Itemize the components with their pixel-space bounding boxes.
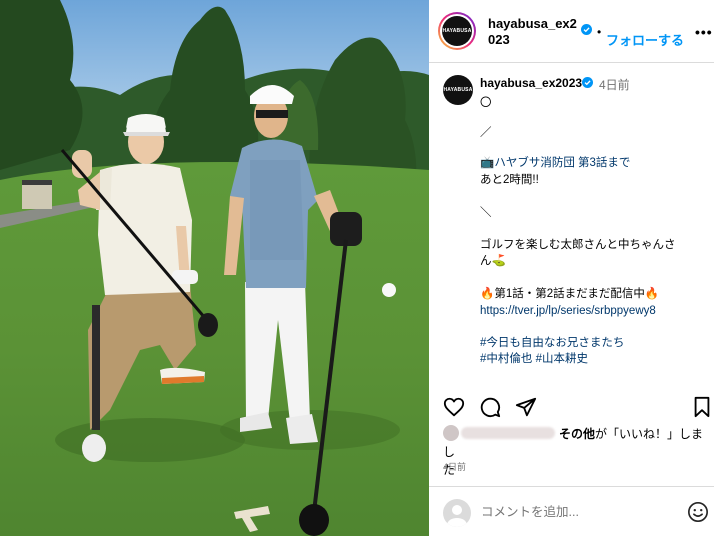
avatar[interactable]: HAYABUSA (438, 12, 476, 50)
default-avatar-icon (447, 505, 467, 527)
liker-avatar (443, 425, 459, 441)
caption-line: ／ (480, 127, 492, 139)
hashtag-line: #中村倫也 #山本耕史 (480, 351, 588, 367)
caption-avatar-text: HAYABUSA (443, 87, 473, 93)
hashtag[interactable]: #中村倫也 (480, 353, 532, 365)
more-options-icon[interactable]: ••• (695, 24, 713, 40)
user-avatar (443, 499, 471, 527)
caption-line: 🔥第1話・第2話まだまだ配信中🔥 (480, 288, 660, 300)
avatar-text: HAYABUSA (442, 28, 472, 34)
post-date[interactable]: 4日前 (443, 460, 466, 473)
hashtag-line: #今日も自由なお兄さまたち (480, 335, 624, 351)
bookmark-icon[interactable] (693, 396, 711, 418)
comment-input[interactable] (481, 501, 681, 523)
caption-line-tag: 📺ハヤブサ消防団 第3話まで (480, 157, 631, 169)
golf-course-photo (0, 0, 429, 536)
golf-ball (382, 283, 396, 297)
caption-line: ん⛳ (480, 255, 506, 267)
golf-cart (22, 183, 52, 209)
speech-bubble-icon[interactable] (479, 396, 501, 418)
caption-link[interactable]: https://tver.jp/lp/series/srbppyewy8 (480, 303, 656, 319)
fairway (0, 162, 429, 536)
verified-badge-icon (581, 24, 592, 35)
header-username[interactable]: hayabusa_ex2023 (488, 16, 583, 48)
post-side-panel: HAYABUSA hayabusa_ex2023 • フォローする ••• HA… (429, 0, 714, 536)
likes-summary[interactable]: その他が「いいね！」しまし た (443, 425, 713, 479)
post-photo[interactable] (0, 0, 429, 536)
caption-line: ＼ (480, 207, 492, 219)
action-bar (429, 392, 714, 422)
follow-button[interactable]: フォローする (606, 30, 684, 49)
comment-bar (429, 486, 714, 536)
caption-line: ゴルフを楽しむ太郎さんと中ちゃんさ (480, 239, 676, 251)
caption-line: 📺ハヤブサ消防団 第3話まで (480, 155, 630, 171)
caption-avatar[interactable]: HAYABUSA (443, 75, 473, 105)
verified-badge-icon (582, 77, 593, 88)
caption-time[interactable]: 4日前 (599, 76, 630, 93)
caption-section: HAYABUSA hayabusa_ex2023 4日前 〇 ／ 📺ハヤブサ消防… (429, 64, 714, 389)
caption-username[interactable]: hayabusa_ex2023 (480, 76, 582, 90)
likes-others[interactable]: その他 (559, 427, 595, 441)
separator-dot: • (597, 25, 602, 39)
heart-icon[interactable] (443, 396, 465, 418)
caption-line: あと2時間!! (480, 174, 539, 186)
blurred-liker-name (461, 427, 555, 439)
hashtag[interactable]: #山本耕史 (536, 353, 588, 365)
hashtag[interactable]: #今日も自由なお兄さまたち (480, 337, 624, 349)
paper-plane-icon[interactable] (515, 396, 537, 418)
caption-line: 〇 (480, 97, 492, 109)
post-header: HAYABUSA hayabusa_ex2023 • フォローする ••• (429, 0, 714, 63)
smiley-icon[interactable] (687, 501, 709, 523)
